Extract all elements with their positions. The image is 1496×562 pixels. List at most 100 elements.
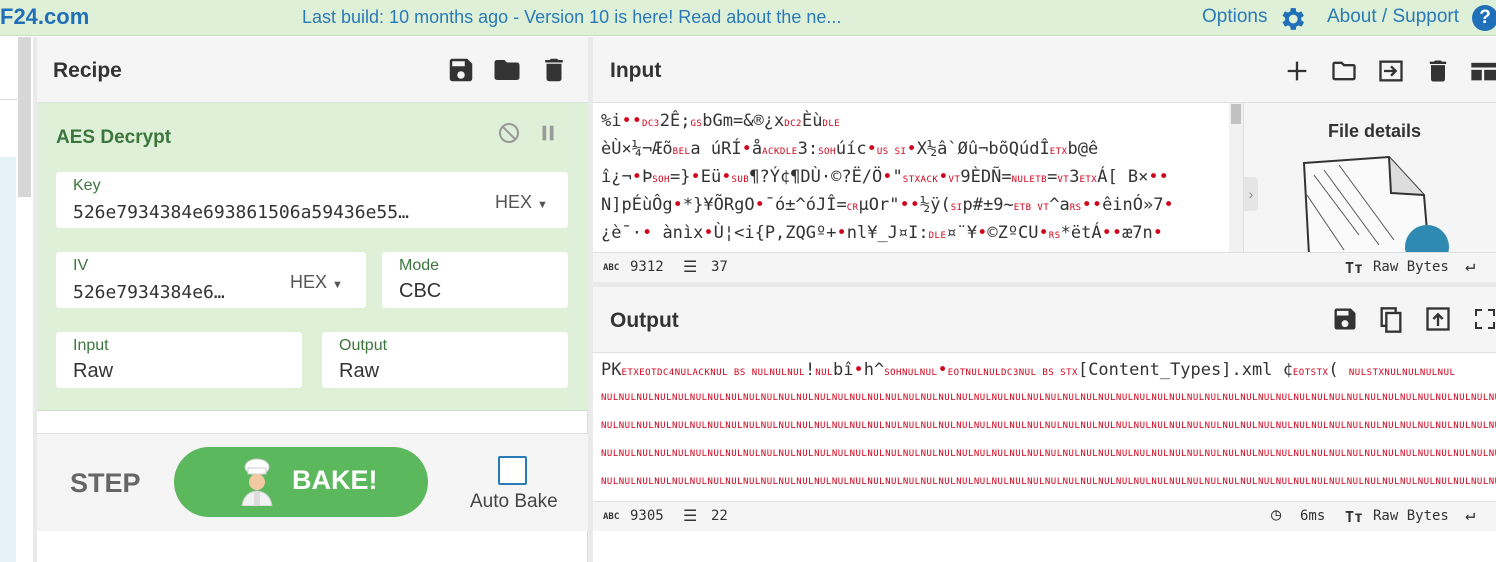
text-run: N]pÉùÔg xyxy=(601,195,673,215)
lines-icon: ☰ xyxy=(683,506,698,525)
key-format-dropdown[interactable]: HEX ▼ xyxy=(495,192,548,213)
iv-format-label: HEX xyxy=(290,272,328,292)
mode-field[interactable]: Mode CBC xyxy=(382,252,568,308)
bake-time: 6ms xyxy=(1300,508,1326,524)
control-char: STXACK xyxy=(902,175,939,185)
control-char: VT xyxy=(948,175,961,185)
step-button[interactable]: STEP xyxy=(70,468,141,499)
collapse-file-details-icon[interactable]: › xyxy=(1244,177,1258,211)
eol-icon[interactable]: ↵ xyxy=(1465,505,1475,525)
control-char: DC3 xyxy=(641,119,660,129)
output-line: NULNULNULNULNULNULNULNULNULNULNULNULNULN… xyxy=(601,421,1496,431)
input-title: Input xyxy=(610,59,662,82)
input-status-bar: ABC 9312 ☰ 37 Tт Raw Bytes ↵ xyxy=(593,252,1496,282)
control-char: CR xyxy=(846,203,859,213)
trash-icon[interactable] xyxy=(1424,57,1452,85)
operations-list[interactable] xyxy=(0,157,16,562)
text-run: 2Ê; xyxy=(659,111,691,131)
plus-icon[interactable] xyxy=(1283,57,1311,85)
input-line: ¿è¯·• ànìx•Ù¦<i{P,ZQGº+•nl¥_J¤I:DLE¤¨¥•©… xyxy=(601,223,1163,243)
text-run: ¶?Ý¢¶DÙ·©?Ë/Ö xyxy=(749,167,883,187)
text-run: ¿è¯· xyxy=(601,223,642,243)
recipe-header: Recipe xyxy=(37,37,588,103)
operations-scrollbar[interactable] xyxy=(18,37,31,197)
save-icon[interactable] xyxy=(446,55,476,85)
text-encoding-icon[interactable]: Tт xyxy=(1345,259,1363,277)
output-raw-bytes[interactable]: Raw Bytes xyxy=(1373,508,1449,524)
output-textarea[interactable]: PKETXEOTDC4NULACKNUL BS NULNULNUL!NULbî•… xyxy=(593,353,1496,501)
control-char: EOTNULNULDC3NUL BS STX xyxy=(947,368,1078,378)
help-icon[interactable]: ? xyxy=(1472,5,1496,31)
maximise-icon[interactable] xyxy=(1473,305,1496,333)
text-run: *}¥ÕRgO xyxy=(682,195,755,215)
scrollbar-thumb[interactable] xyxy=(1231,104,1241,124)
nonprintable-dot: • xyxy=(836,223,847,243)
text-run: æ7n xyxy=(1122,223,1153,243)
gear-icon[interactable] xyxy=(1277,4,1307,34)
control-char: GS xyxy=(690,119,703,129)
save-icon[interactable] xyxy=(1331,305,1359,333)
clock-icon: ◷ xyxy=(1271,505,1282,525)
trash-icon[interactable] xyxy=(539,55,569,85)
input-length: 9312 xyxy=(630,259,664,275)
top-banner: F24.com Last build: 10 months ago - Vers… xyxy=(0,0,1496,36)
replace-input-icon[interactable] xyxy=(1424,305,1452,333)
folder-icon[interactable] xyxy=(1329,57,1359,85)
copy-icon[interactable] xyxy=(1377,305,1405,335)
aes-decrypt-operation[interactable]: AES Decrypt Key 526e7934384e693861506a59… xyxy=(37,103,588,411)
output-format-field[interactable]: Output Raw xyxy=(322,332,568,388)
input-scrollbar[interactable] xyxy=(1229,103,1243,253)
nonprintable-dot: • xyxy=(641,223,653,243)
nonprintable-dot: • xyxy=(703,223,714,243)
control-char: NULETB xyxy=(1011,175,1048,185)
output-format-label: Output xyxy=(339,337,388,354)
input-format-field[interactable]: Input Raw xyxy=(56,332,302,388)
pause-icon[interactable] xyxy=(537,122,559,144)
control-char: ETXEOTDC4NULACKNUL BS NULNULNUL xyxy=(621,368,805,378)
control-char: SOH xyxy=(652,175,670,185)
nonprintable-dot: • xyxy=(1163,195,1174,215)
iv-value[interactable]: 526e7934384e6… xyxy=(73,282,225,303)
key-value[interactable]: 526e7934384e693861506a59436e55… xyxy=(73,202,409,223)
text-run: PK xyxy=(601,360,622,380)
input-textarea[interactable]: %i••DC32Ê;GSbGm=&®¿xDC2ÈùDLE èÙ×¼¬ÆõBELa … xyxy=(593,103,1233,253)
input-line: N]pÉùÔg•*}¥ÕRgO•¯ó±^óJÎ=CRµOr"••½ÿ(SIp#±… xyxy=(601,195,1174,215)
import-icon[interactable] xyxy=(1376,57,1406,85)
control-char: EOTSTX xyxy=(1292,368,1329,378)
mode-value[interactable]: CBC xyxy=(399,280,441,303)
nonprintable-dot: •• xyxy=(1101,223,1123,243)
text-run: 9ÈDÑ= xyxy=(960,167,1012,187)
site-logo[interactable]: F24.com xyxy=(0,4,89,30)
text-run: èÙ×¼¬Æõ xyxy=(601,139,673,159)
input-format-value[interactable]: Raw xyxy=(73,360,113,383)
disable-icon[interactable] xyxy=(497,121,521,145)
key-format-label: HEX xyxy=(495,192,533,212)
bake-button[interactable]: BAKE! xyxy=(174,447,428,517)
layout-icon[interactable] xyxy=(1469,57,1496,85)
eol-icon[interactable]: ↵ xyxy=(1465,256,1475,276)
text-encoding-icon[interactable]: Tт xyxy=(1345,508,1363,526)
build-notice-link[interactable]: Last build: 10 months ago - Version 10 i… xyxy=(302,7,841,28)
lines-icon: ☰ xyxy=(683,257,698,276)
about-support-link[interactable]: About / Support xyxy=(1327,6,1459,28)
input-raw-bytes[interactable]: Raw Bytes xyxy=(1373,259,1449,275)
nonprintable-dot: • xyxy=(882,167,893,187)
output-title: Output xyxy=(610,309,679,332)
options-link[interactable]: Options xyxy=(1202,6,1267,28)
text-run: a úRÍ xyxy=(690,139,742,159)
recipe-title: Recipe xyxy=(53,59,122,82)
folder-icon[interactable] xyxy=(492,55,522,85)
iv-format-dropdown[interactable]: HEX ▼ xyxy=(290,272,343,293)
text-run: Þ xyxy=(641,167,653,187)
auto-bake-label: Auto Bake xyxy=(470,491,558,512)
nonprintable-dot: • xyxy=(690,167,701,187)
text-run: µOr" xyxy=(858,195,900,215)
text-run: p#±9~ xyxy=(962,195,1014,215)
iv-field[interactable]: IV 526e7934384e6… HEX ▼ xyxy=(56,252,366,308)
output-format-value[interactable]: Raw xyxy=(339,360,379,383)
control-char: DC2 xyxy=(784,119,802,129)
control-char: DLE xyxy=(822,119,841,129)
auto-bake-checkbox[interactable] xyxy=(498,456,527,485)
text-run: bGm=&®¿x xyxy=(702,111,785,131)
key-field[interactable]: Key 526e7934384e693861506a59436e55… HEX … xyxy=(56,172,568,228)
